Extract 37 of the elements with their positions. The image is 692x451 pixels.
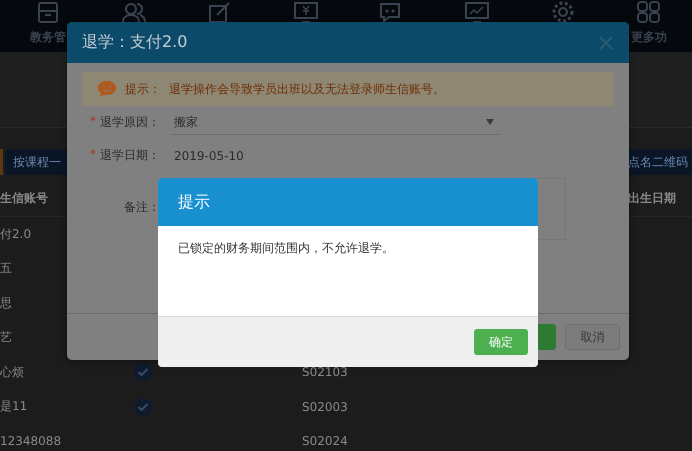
table-cell-text: 五 <box>0 260 13 278</box>
tip-label: 提示： <box>125 80 161 98</box>
column-header: 生信账号 <box>0 190 48 206</box>
chart-monitor-icon[interactable] <box>464 0 490 24</box>
table-cell-text: 付2.0 <box>0 226 32 243</box>
table-cell: S02003 <box>302 400 348 414</box>
table-cell-text: 是11 <box>0 398 28 416</box>
people-icon[interactable] <box>120 0 147 24</box>
course-button[interactable]: 按课程一 <box>5 149 69 175</box>
nav-label[interactable]: 更多功 <box>631 29 668 46</box>
field-label: 备注： <box>124 198 160 216</box>
settings-icon[interactable] <box>550 0 576 24</box>
table-cell-text: 思 <box>0 294 13 312</box>
dialog-title: 退学：支付2.0 <box>82 32 188 53</box>
table-cell-text: 心烦 <box>0 364 25 381</box>
monitor-icon[interactable] <box>292 0 319 24</box>
date-field[interactable]: 2019-05-10 <box>170 148 244 162</box>
four-squares-icon[interactable] <box>636 0 662 24</box>
close-icon[interactable] <box>599 36 613 50</box>
alert-title: 提示 <box>178 192 210 212</box>
cancel-button[interactable]: 取消 <box>565 324 620 350</box>
nav-label[interactable]: 教务管 <box>30 29 66 46</box>
column-header: 出生日期 <box>628 190 677 206</box>
tip-message: 退学操作会导致学员出班以及无法登录师生信账号。 <box>169 80 445 98</box>
table-cell-text: 艺 <box>0 329 13 346</box>
table-cell-text: 12348088 <box>0 434 62 448</box>
dropdown-caret-icon <box>486 119 494 125</box>
alert-message: 已锁定的财务期间范围内，不允许退学。 <box>178 241 394 255</box>
table-cell: S02103 <box>302 365 348 380</box>
confirm-button[interactable]: 确定 <box>474 329 528 355</box>
table-cell: S02024 <box>302 434 348 448</box>
required-mark: * <box>90 114 96 130</box>
smiley-bubble-icon <box>97 80 117 98</box>
reason-select[interactable]: 搬家 <box>170 110 500 134</box>
field-label: 退学原因： <box>100 114 160 131</box>
field-label: 退学日期： <box>100 147 160 164</box>
required-mark: * <box>90 147 96 163</box>
